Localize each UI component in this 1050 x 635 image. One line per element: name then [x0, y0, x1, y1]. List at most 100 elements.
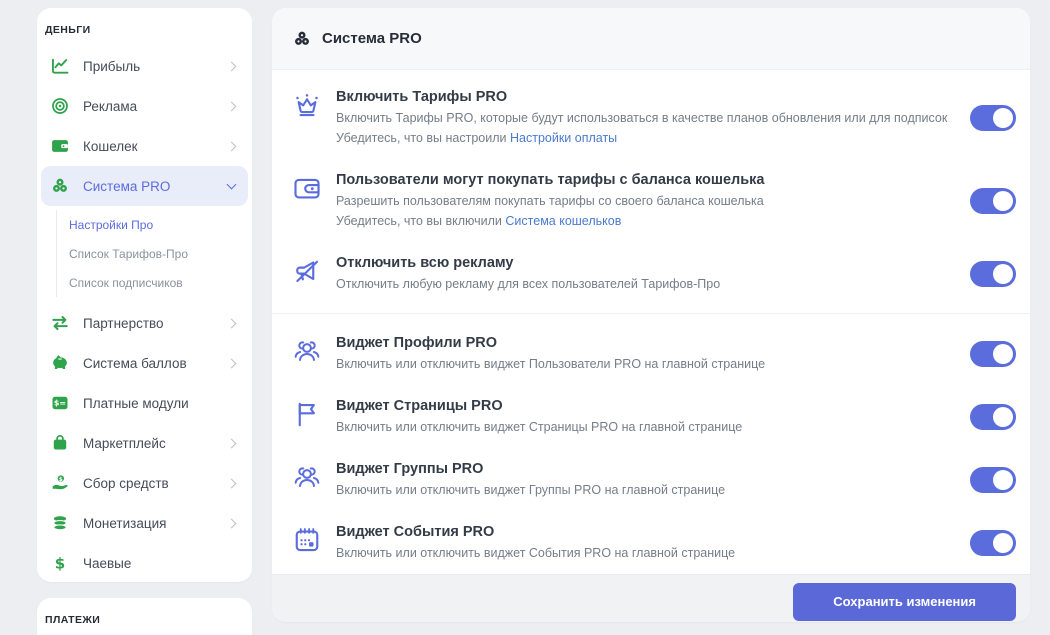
pro-system-icon — [292, 29, 312, 49]
sidebar-money-card: ДЕНЬГИ Прибыль Реклама Кошелек Система P… — [37, 8, 252, 582]
sidebar-item-fundraising[interactable]: $ Сбор средств — [41, 463, 248, 503]
chevron-right-icon — [226, 358, 237, 368]
setting-row-widget-profiles: Виджет Профили PRO Включить или отключит… — [272, 322, 1030, 385]
chevron-right-icon — [226, 318, 237, 328]
setting-desc: Включить или отключить виджет Страницы P… — [336, 420, 743, 434]
pro-system-sublist: Настройки Про Список Тарифов-Про Список … — [56, 210, 252, 297]
sidebar-item-points-system[interactable]: Система баллов — [41, 343, 248, 383]
sidebar-item-label: Реклама — [83, 98, 138, 114]
sidebar-item-pro-system[interactable]: Система PRO — [41, 166, 248, 206]
coins-stack-icon — [50, 513, 70, 533]
wallet-system-link[interactable]: Система кошельков — [505, 214, 621, 228]
toggle-enable-pro-plans[interactable] — [970, 104, 1016, 131]
sidebar-item-ads[interactable]: Реклама — [41, 86, 248, 126]
flag-icon — [292, 399, 322, 429]
setting-note: Убедитесь, что вы настроили Настройки оп… — [336, 131, 618, 145]
toggle-widget-profiles[interactable] — [970, 340, 1016, 367]
setting-row-widget-groups: Виджет Группы PRO Включить или отключить… — [272, 448, 1030, 511]
chevron-right-icon — [226, 438, 237, 448]
sidebar-item-profit[interactable]: Прибыль — [41, 46, 248, 86]
sidebar-item-label: Чаевые — [83, 555, 132, 571]
crown-icon — [292, 90, 322, 120]
sidebar-item-tips[interactable]: $ Чаевые — [41, 543, 248, 582]
chevron-right-icon — [226, 478, 237, 488]
toggle-buy-with-wallet[interactable] — [970, 187, 1016, 214]
pro-system-icon — [50, 176, 70, 196]
sidebar-subitem-pro-settings[interactable]: Настройки Про — [65, 210, 252, 239]
toggle-widget-pages[interactable] — [970, 403, 1016, 430]
toggle-widget-events[interactable] — [970, 529, 1016, 556]
main-header: Система PRO — [272, 8, 1030, 70]
wallet-outline-icon — [292, 173, 322, 203]
target-icon — [50, 96, 70, 116]
sidebar-item-label: Сбор средств — [83, 475, 169, 491]
pro-system-settings-card: Система PRO Включить Тарифы PRO Включить… — [272, 8, 1030, 622]
section-divider — [272, 313, 1030, 314]
setting-row-widget-pages: Виджет Страницы PRO Включить или отключи… — [272, 385, 1030, 448]
setting-desc: Включить или отключить виджет События PR… — [336, 546, 736, 560]
chevron-right-icon — [226, 61, 237, 71]
setting-row-disable-ads: Отключить всю рекламу Отключить любую ре… — [272, 242, 1030, 305]
setting-title: Включить Тарифы PRO — [336, 89, 508, 105]
card-footer: Сохранить изменения — [272, 574, 1030, 622]
page-title: Система PRO — [322, 30, 422, 47]
setting-row-buy-with-wallet: Пользователи могут покупать тарифы с бал… — [272, 159, 1030, 242]
payment-settings-link[interactable]: Настройки оплаты — [510, 131, 617, 145]
dollar-icon: $ — [50, 553, 70, 573]
sidebar-item-marketplace[interactable]: Маркетплейс — [41, 423, 248, 463]
chevron-down-icon — [226, 179, 237, 189]
setting-title: Виджет Группы PRO — [336, 461, 484, 477]
save-button[interactable]: Сохранить изменения — [793, 582, 1016, 621]
sidebar-item-label: Монетизация — [83, 515, 167, 531]
setting-desc: Включить или отключить виджет Группы PRO… — [336, 483, 726, 497]
setting-desc: Разрешить пользователям покупать тарифы … — [336, 194, 764, 208]
users-group-icon — [292, 336, 322, 366]
sidebar-item-wallet[interactable]: Кошелек — [41, 126, 248, 166]
paid-modules-icon: $= — [50, 393, 70, 413]
sidebar: ДЕНЬГИ Прибыль Реклама Кошелек Система P… — [37, 8, 252, 635]
sidebar-section-money: ДЕНЬГИ — [45, 24, 91, 36]
toggle-widget-groups[interactable] — [970, 466, 1016, 493]
sidebar-item-label: Партнерство — [83, 315, 164, 331]
sidebar-item-label: Маркетплейс — [83, 435, 166, 451]
chevron-right-icon — [226, 141, 237, 151]
calendar-icon — [292, 525, 322, 555]
sidebar-item-paid-modules[interactable]: $= Платные модули — [41, 383, 248, 423]
svg-text:$: $ — [55, 554, 65, 572]
setting-desc: Включить Тарифы PRO, которые будут испол… — [336, 111, 948, 125]
setting-desc: Отключить любую рекламу для всех пользов… — [336, 277, 721, 291]
sidebar-item-label: Система баллов — [83, 355, 187, 371]
svg-text:$=: $= — [54, 399, 66, 408]
sidebar-item-label: Система PRO — [83, 178, 171, 194]
sidebar-item-label: Прибыль — [83, 58, 141, 74]
sidebar-subitem-subscribers-list[interactable]: Список подписчиков — [65, 268, 252, 297]
sidebar-section-payments: ПЛАТЕЖИ — [45, 614, 101, 626]
sidebar-item-label: Платные модули — [83, 395, 189, 411]
shopping-bag-icon — [50, 433, 70, 453]
setting-row-enable-pro-plans: Включить Тарифы PRO Включить Тарифы PRO,… — [272, 76, 1030, 159]
setting-desc: Включить или отключить виджет Пользовате… — [336, 357, 766, 371]
setting-title: Виджет Профили PRO — [336, 335, 497, 351]
users-group-icon — [292, 462, 322, 492]
chart-line-icon — [50, 56, 70, 76]
toggle-disable-ads[interactable] — [970, 260, 1016, 287]
sidebar-payments-card: ПЛАТЕЖИ — [37, 598, 252, 635]
setting-title: Отключить всю рекламу — [336, 255, 514, 271]
wallet-icon — [50, 136, 70, 156]
settings-list: Включить Тарифы PRO Включить Тарифы PRO,… — [272, 70, 1030, 574]
svg-text:$: $ — [59, 477, 63, 483]
setting-title: Виджет Страницы PRO — [336, 398, 503, 414]
hand-coin-icon: $ — [50, 473, 70, 493]
ads-off-icon — [292, 256, 322, 286]
setting-note: Убедитесь, что вы включили Система кошел… — [336, 214, 622, 228]
sidebar-item-affiliates[interactable]: Партнерство — [41, 303, 248, 343]
setting-row-widget-events: Виджет События PRO Включить или отключит… — [272, 511, 1030, 574]
sidebar-item-monetization[interactable]: Монетизация — [41, 503, 248, 543]
sidebar-item-label: Кошелек — [83, 138, 138, 154]
exchange-arrows-icon — [50, 313, 70, 333]
setting-title: Пользователи могут покупать тарифы с бал… — [336, 172, 765, 188]
chevron-right-icon — [226, 518, 237, 528]
setting-title: Виджет События PRO — [336, 524, 495, 540]
sidebar-subitem-pro-plans-list[interactable]: Список Тарифов-Про — [65, 239, 252, 268]
chevron-right-icon — [226, 101, 237, 111]
